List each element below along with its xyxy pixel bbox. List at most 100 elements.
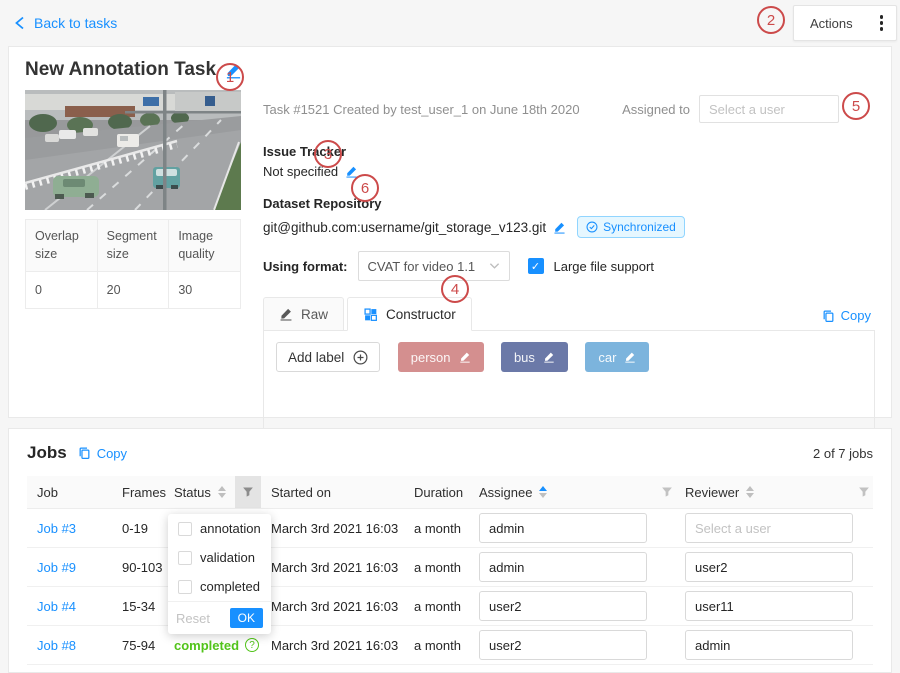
- job-frames: 75-94: [112, 638, 164, 653]
- job-assignee-input[interactable]: [479, 552, 647, 582]
- copy-icon: [78, 446, 91, 460]
- tab-raw[interactable]: Raw: [263, 297, 344, 331]
- job-reviewer-input[interactable]: [685, 552, 853, 582]
- column-assignee[interactable]: Assignee: [469, 485, 659, 500]
- task-left-column: Overlap size Segment size Image quality …: [25, 90, 241, 449]
- task-meta-text: Task #1521 Created by test_user_1 on Jun…: [263, 102, 580, 117]
- jobs-card: Jobs Copy 2 of 7 jobs Job Frames Status …: [8, 428, 892, 673]
- status-filter-button[interactable]: [235, 476, 261, 508]
- filter-option-validation[interactable]: validation: [168, 543, 271, 572]
- issue-tracker-label: Issue Tracker: [263, 144, 875, 159]
- job-duration: a month: [404, 638, 469, 653]
- task-details-card: New Annotation Task: [8, 46, 892, 418]
- label-chip-person[interactable]: person: [398, 342, 484, 372]
- reviewer-filter-button[interactable]: [854, 476, 873, 508]
- sort-status-icon[interactable]: [218, 486, 226, 498]
- chevron-left-icon: [14, 16, 25, 30]
- add-label-button-label: Add label: [288, 350, 344, 365]
- label-chip-bus[interactable]: bus: [501, 342, 568, 372]
- job-link[interactable]: Job #3: [37, 521, 76, 536]
- checkbox-completed[interactable]: [178, 580, 192, 594]
- large-file-support-checkbox[interactable]: ✓: [528, 258, 544, 274]
- job-link[interactable]: Job #8: [37, 638, 76, 653]
- job-assignee-input[interactable]: [479, 513, 647, 543]
- tab-constructor[interactable]: Constructor: [347, 297, 472, 331]
- job-started: March 3rd 2021 16:03: [261, 521, 404, 536]
- back-to-tasks-link[interactable]: Back to tasks: [14, 15, 117, 31]
- filter-funnel-icon: [858, 486, 870, 498]
- job-reviewer-input[interactable]: [685, 513, 853, 543]
- sort-reviewer-icon[interactable]: [746, 486, 754, 498]
- job-link[interactable]: Job #9: [37, 560, 76, 575]
- edit-label-icon[interactable]: [543, 351, 555, 363]
- label-chip-bus-name: bus: [514, 350, 535, 365]
- pencil-icon: [279, 307, 293, 321]
- task-right-column: Task #1521 Created by test_user_1 on Jun…: [263, 90, 875, 449]
- filter-ok-button[interactable]: OK: [230, 608, 263, 628]
- dataset-repository-url[interactable]: git@github.com:username/git_storage_v123…: [263, 220, 546, 235]
- column-assignee-label: Assignee: [479, 485, 532, 500]
- param-value-quality: 30: [169, 272, 241, 309]
- filter-funnel-icon: [242, 486, 254, 498]
- add-label-button[interactable]: Add label: [276, 342, 380, 372]
- top-bar: Back to tasks Actions: [0, 0, 900, 46]
- filter-option-completed[interactable]: completed: [168, 572, 271, 601]
- job-started: March 3rd 2021 16:03: [261, 599, 404, 614]
- edit-label-icon[interactable]: [459, 351, 471, 363]
- checkbox-validation[interactable]: [178, 551, 192, 565]
- jobs-copy-label: Copy: [97, 446, 127, 461]
- task-preview-image: [25, 90, 241, 210]
- column-status[interactable]: Status: [164, 485, 235, 500]
- filter-funnel-icon: [661, 486, 673, 498]
- job-assignee-input[interactable]: [479, 630, 647, 660]
- edit-issue-tracker-icon[interactable]: [345, 165, 358, 178]
- checkbox-annotation[interactable]: [178, 522, 192, 536]
- question-circle-icon[interactable]: ?: [245, 638, 259, 652]
- copy-icon: [822, 309, 835, 323]
- check-circle-icon: [586, 221, 598, 233]
- filter-option-validation-label: validation: [200, 550, 255, 565]
- filter-reset-button[interactable]: Reset: [176, 611, 210, 626]
- column-duration: Duration: [404, 485, 469, 500]
- job-link[interactable]: Job #4: [37, 599, 76, 614]
- job-duration: a month: [404, 521, 469, 536]
- back-link-label: Back to tasks: [34, 15, 117, 31]
- sync-status-badge[interactable]: Synchronized: [577, 216, 685, 238]
- labels-copy-button[interactable]: Copy: [822, 308, 871, 323]
- job-frames: 15-34: [112, 599, 164, 614]
- build-icon: [363, 307, 378, 322]
- filter-option-completed-label: completed: [200, 579, 260, 594]
- export-format-select[interactable]: CVAT for video 1.1: [358, 251, 510, 281]
- jobs-copy-button[interactable]: Copy: [78, 446, 127, 461]
- plus-circle-icon: [353, 350, 368, 365]
- edit-label-icon[interactable]: [624, 351, 636, 363]
- job-reviewer-input[interactable]: [685, 630, 853, 660]
- labels-tabs: Raw Constructor Copy: [263, 296, 875, 331]
- sort-assignee-icon[interactable]: [539, 486, 547, 498]
- jobs-table-header: Job Frames Status Started on Duration As…: [27, 476, 873, 509]
- jobs-title: Jobs: [27, 443, 67, 463]
- label-chip-car-name: car: [598, 350, 616, 365]
- job-reviewer-input[interactable]: [685, 591, 853, 621]
- actions-button[interactable]: Actions: [793, 5, 897, 41]
- job-status: completed: [174, 638, 239, 653]
- job-duration: a month: [404, 560, 469, 575]
- more-vertical-icon: [880, 15, 884, 31]
- edit-repository-icon[interactable]: [553, 221, 566, 234]
- labels-copy-label: Copy: [841, 308, 871, 323]
- status-filter-dropdown: annotation validation completed Reset OK: [168, 514, 271, 634]
- chevron-down-icon: [489, 262, 500, 270]
- assigned-to-input[interactable]: [699, 95, 839, 123]
- param-value-segment: 20: [97, 272, 169, 309]
- job-assignee-input[interactable]: [479, 591, 647, 621]
- param-header-segment: Segment size: [97, 220, 169, 272]
- filter-option-annotation[interactable]: annotation: [168, 514, 271, 543]
- assignee-filter-button[interactable]: [659, 476, 675, 508]
- column-job: Job: [27, 485, 112, 500]
- edit-task-name-icon[interactable]: [225, 62, 242, 79]
- column-reviewer[interactable]: Reviewer: [675, 485, 854, 500]
- param-header-overlap: Overlap size: [26, 220, 98, 272]
- large-file-support-label: Large file support: [554, 259, 654, 274]
- label-chip-car[interactable]: car: [585, 342, 649, 372]
- export-format-value: CVAT for video 1.1: [368, 259, 476, 274]
